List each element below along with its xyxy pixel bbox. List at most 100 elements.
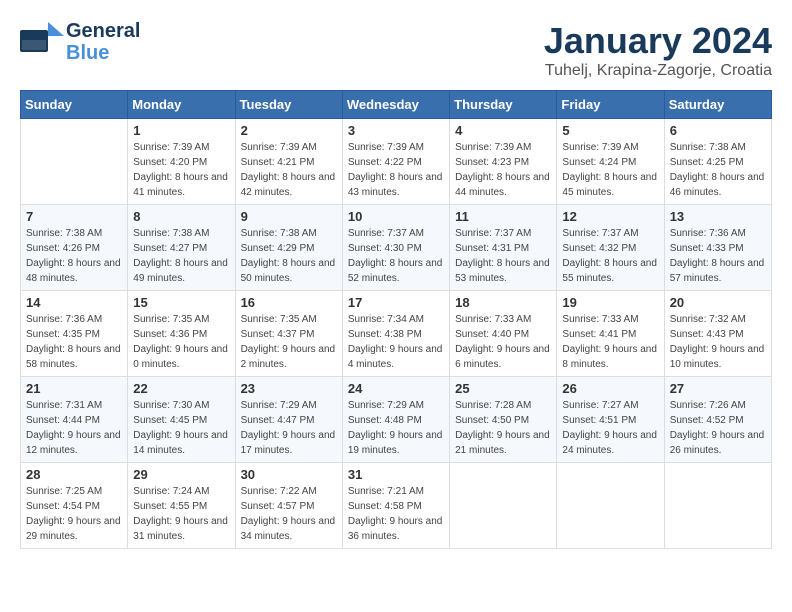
calendar-cell: 27 Sunrise: 7:26 AMSunset: 4:52 PMDayligh… [664, 377, 771, 463]
calendar-cell: 10 Sunrise: 7:37 AMSunset: 4:30 PMDayligh… [342, 205, 449, 291]
weekday-header-tuesday: Tuesday [235, 91, 342, 119]
day-number: 30 [241, 467, 337, 482]
calendar-header: SundayMondayTuesdayWednesdayThursdayFrid… [21, 91, 772, 119]
logo-icon [20, 22, 64, 62]
day-info: Sunrise: 7:31 AMSunset: 4:44 PMDaylight:… [26, 398, 122, 458]
day-number: 14 [26, 295, 122, 310]
calendar-cell: 26 Sunrise: 7:27 AMSunset: 4:51 PMDayligh… [557, 377, 664, 463]
location-title: Tuhelj, Krapina-Zagorje, Croatia [544, 62, 772, 80]
calendar-cell: 9 Sunrise: 7:38 AMSunset: 4:29 PMDaylight… [235, 205, 342, 291]
day-number: 22 [133, 381, 229, 396]
day-info: Sunrise: 7:34 AMSunset: 4:38 PMDaylight:… [348, 312, 444, 372]
calendar-cell [557, 463, 664, 549]
day-info: Sunrise: 7:38 AMSunset: 4:29 PMDaylight:… [241, 226, 337, 286]
calendar-week-3: 21 Sunrise: 7:31 AMSunset: 4:44 PMDayligh… [21, 377, 772, 463]
day-info: Sunrise: 7:27 AMSunset: 4:51 PMDaylight:… [562, 398, 658, 458]
calendar-cell: 19 Sunrise: 7:33 AMSunset: 4:41 PMDayligh… [557, 291, 664, 377]
day-info: Sunrise: 7:36 AMSunset: 4:35 PMDaylight:… [26, 312, 122, 372]
calendar-cell: 28 Sunrise: 7:25 AMSunset: 4:54 PMDayligh… [21, 463, 128, 549]
day-number: 5 [562, 123, 658, 138]
day-info: Sunrise: 7:21 AMSunset: 4:58 PMDaylight:… [348, 484, 444, 544]
calendar-cell: 16 Sunrise: 7:35 AMSunset: 4:37 PMDayligh… [235, 291, 342, 377]
day-info: Sunrise: 7:30 AMSunset: 4:45 PMDaylight:… [133, 398, 229, 458]
day-info: Sunrise: 7:37 AMSunset: 4:30 PMDaylight:… [348, 226, 444, 286]
calendar-week-0: 1 Sunrise: 7:39 AMSunset: 4:20 PMDaylight… [21, 119, 772, 205]
calendar-cell: 7Sunrise: 7:38 AMSunset: 4:26 PMDaylight… [21, 205, 128, 291]
day-number: 16 [241, 295, 337, 310]
calendar-table: SundayMondayTuesdayWednesdayThursdayFrid… [20, 90, 772, 549]
day-info: Sunrise: 7:33 AMSunset: 4:40 PMDaylight:… [455, 312, 551, 372]
page-header: General Blue January 2024 Tuhelj, Krapin… [20, 20, 772, 80]
calendar-cell: 14 Sunrise: 7:36 AMSunset: 4:35 PMDayligh… [21, 291, 128, 377]
day-number: 21 [26, 381, 122, 396]
day-number: 11 [455, 209, 551, 224]
calendar-cell [450, 463, 557, 549]
logo: General Blue [20, 20, 140, 64]
day-number: 10 [348, 209, 444, 224]
day-number: 31 [348, 467, 444, 482]
day-info: Sunrise: 7:39 AMSunset: 4:21 PMDaylight:… [241, 140, 337, 200]
weekday-header-thursday: Thursday [450, 91, 557, 119]
calendar-cell: 20Sunrise: 7:32 AMSunset: 4:43 PMDayligh… [664, 291, 771, 377]
day-info: Sunrise: 7:37 AMSunset: 4:32 PMDaylight:… [562, 226, 658, 286]
calendar-cell: 12Sunrise: 7:37 AMSunset: 4:32 PMDayligh… [557, 205, 664, 291]
day-number: 3 [348, 123, 444, 138]
day-number: 6 [670, 123, 766, 138]
day-info: Sunrise: 7:29 AMSunset: 4:47 PMDaylight:… [241, 398, 337, 458]
calendar-cell: 13Sunrise: 7:36 AMSunset: 4:33 PMDayligh… [664, 205, 771, 291]
calendar-cell: 29Sunrise: 7:24 AMSunset: 4:55 PMDayligh… [128, 463, 235, 549]
weekday-row: SundayMondayTuesdayWednesdayThursdayFrid… [21, 91, 772, 119]
day-info: Sunrise: 7:38 AMSunset: 4:25 PMDaylight:… [670, 140, 766, 200]
day-info: Sunrise: 7:26 AMSunset: 4:52 PMDaylight:… [670, 398, 766, 458]
day-number: 18 [455, 295, 551, 310]
day-number: 28 [26, 467, 122, 482]
calendar-cell: 11 Sunrise: 7:37 AMSunset: 4:31 PMDayligh… [450, 205, 557, 291]
calendar-week-1: 7Sunrise: 7:38 AMSunset: 4:26 PMDaylight… [21, 205, 772, 291]
day-number: 19 [562, 295, 658, 310]
weekday-header-friday: Friday [557, 91, 664, 119]
day-info: Sunrise: 7:22 AMSunset: 4:57 PMDaylight:… [241, 484, 337, 544]
calendar-cell: 22 Sunrise: 7:30 AMSunset: 4:45 PMDayligh… [128, 377, 235, 463]
day-info: Sunrise: 7:39 AMSunset: 4:24 PMDaylight:… [562, 140, 658, 200]
day-info: Sunrise: 7:25 AMSunset: 4:54 PMDaylight:… [26, 484, 122, 544]
calendar-cell: 1 Sunrise: 7:39 AMSunset: 4:20 PMDaylight… [128, 119, 235, 205]
day-number: 17 [348, 295, 444, 310]
day-number: 24 [348, 381, 444, 396]
calendar-cell: 31 Sunrise: 7:21 AMSunset: 4:58 PMDayligh… [342, 463, 449, 549]
day-info: Sunrise: 7:39 AMSunset: 4:23 PMDaylight:… [455, 140, 551, 200]
calendar-week-2: 14 Sunrise: 7:36 AMSunset: 4:35 PMDayligh… [21, 291, 772, 377]
calendar-cell: 21 Sunrise: 7:31 AMSunset: 4:44 PMDayligh… [21, 377, 128, 463]
calendar-cell [664, 463, 771, 549]
month-title: January 2024 [544, 20, 772, 62]
day-number: 26 [562, 381, 658, 396]
calendar-cell: 4 Sunrise: 7:39 AMSunset: 4:23 PMDaylight… [450, 119, 557, 205]
day-info: Sunrise: 7:39 AMSunset: 4:22 PMDaylight:… [348, 140, 444, 200]
day-info: Sunrise: 7:33 AMSunset: 4:41 PMDaylight:… [562, 312, 658, 372]
calendar-cell [21, 119, 128, 205]
day-number: 1 [133, 123, 229, 138]
day-number: 29 [133, 467, 229, 482]
calendar-cell: 17 Sunrise: 7:34 AMSunset: 4:38 PMDayligh… [342, 291, 449, 377]
day-info: Sunrise: 7:36 AMSunset: 4:33 PMDaylight:… [670, 226, 766, 286]
day-info: Sunrise: 7:35 AMSunset: 4:37 PMDaylight:… [241, 312, 337, 372]
calendar-cell: 6 Sunrise: 7:38 AMSunset: 4:25 PMDaylight… [664, 119, 771, 205]
day-number: 20 [670, 295, 766, 310]
day-info: Sunrise: 7:37 AMSunset: 4:31 PMDaylight:… [455, 226, 551, 286]
day-info: Sunrise: 7:35 AMSunset: 4:36 PMDaylight:… [133, 312, 229, 372]
calendar-cell: 23Sunrise: 7:29 AMSunset: 4:47 PMDayligh… [235, 377, 342, 463]
calendar-cell: 24 Sunrise: 7:29 AMSunset: 4:48 PMDayligh… [342, 377, 449, 463]
calendar-cell: 2Sunrise: 7:39 AMSunset: 4:21 PMDaylight… [235, 119, 342, 205]
calendar-week-4: 28 Sunrise: 7:25 AMSunset: 4:54 PMDayligh… [21, 463, 772, 549]
day-number: 9 [241, 209, 337, 224]
day-number: 4 [455, 123, 551, 138]
day-number: 8 [133, 209, 229, 224]
calendar-cell: 3 Sunrise: 7:39 AMSunset: 4:22 PMDaylight… [342, 119, 449, 205]
day-info: Sunrise: 7:38 AMSunset: 4:26 PMDaylight:… [26, 226, 122, 286]
calendar-cell: 5 Sunrise: 7:39 AMSunset: 4:24 PMDaylight… [557, 119, 664, 205]
day-info: Sunrise: 7:29 AMSunset: 4:48 PMDaylight:… [348, 398, 444, 458]
day-number: 27 [670, 381, 766, 396]
title-block: January 2024 Tuhelj, Krapina-Zagorje, Cr… [544, 20, 772, 80]
day-info: Sunrise: 7:39 AMSunset: 4:20 PMDaylight:… [133, 140, 229, 200]
weekday-header-sunday: Sunday [21, 91, 128, 119]
calendar-cell: 25Sunrise: 7:28 AMSunset: 4:50 PMDayligh… [450, 377, 557, 463]
